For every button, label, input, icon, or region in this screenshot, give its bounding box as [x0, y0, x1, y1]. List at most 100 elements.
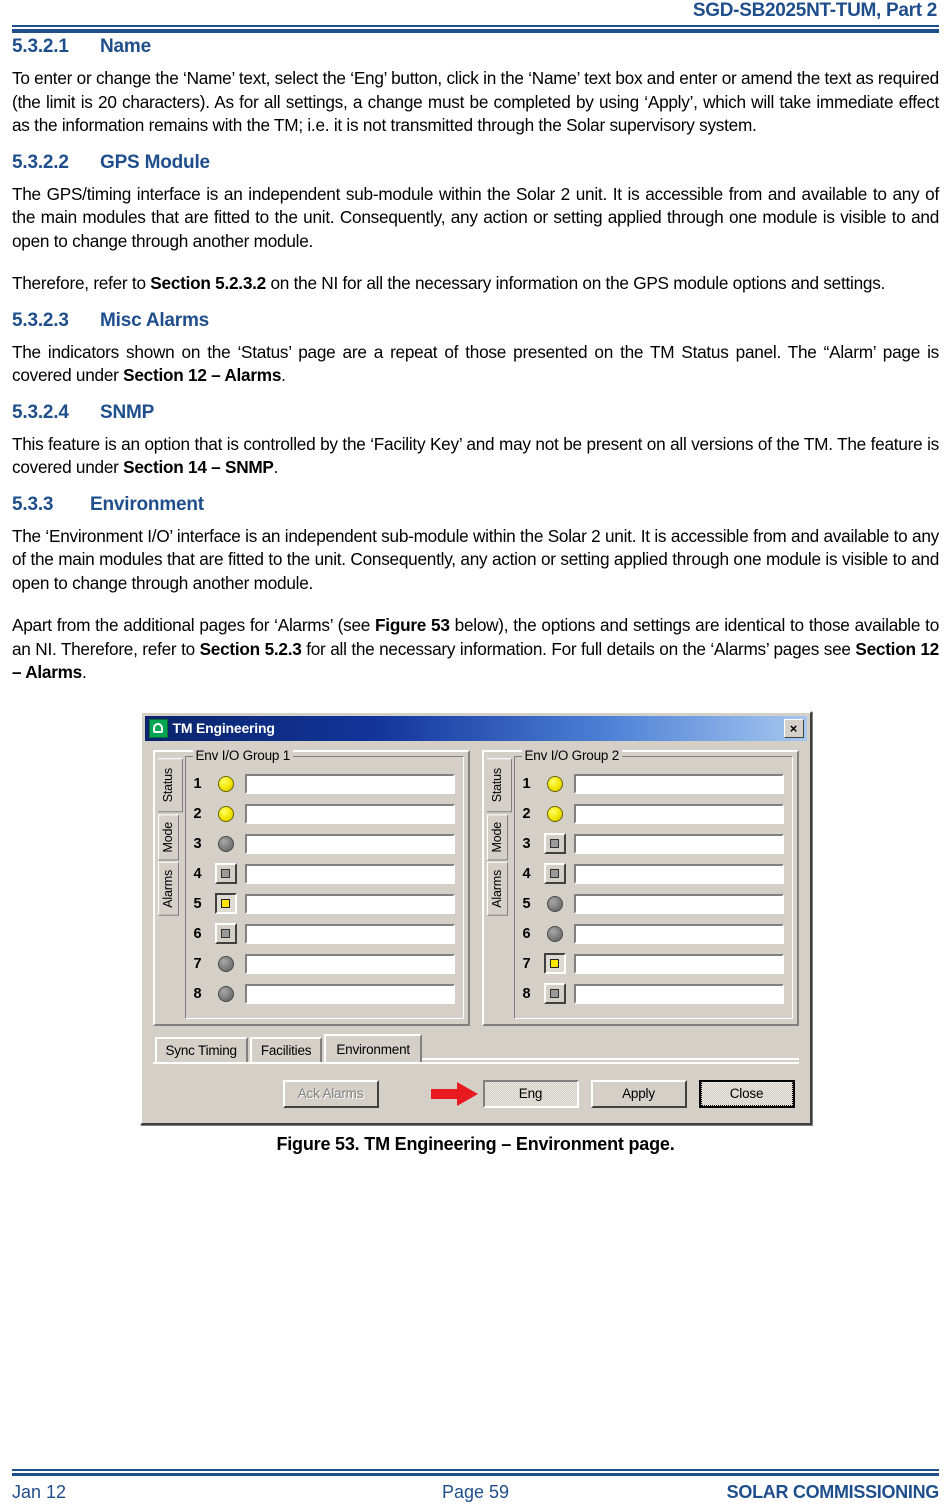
led-grey-icon	[546, 925, 563, 942]
io-label-input[interactable]	[244, 773, 455, 794]
close-button-label: Close	[700, 1081, 793, 1106]
io-row: 1	[523, 769, 784, 799]
io-label-input[interactable]	[573, 923, 784, 944]
io-toggle-button[interactable]	[214, 863, 237, 884]
paragraph-name-1: To enter or change the ‘Name’ text, sele…	[12, 68, 939, 135]
io-label-input[interactable]	[244, 833, 455, 854]
io-label-input[interactable]	[573, 833, 784, 854]
io-indicator-cell	[211, 775, 241, 792]
bold-reference: Section 5.2.3	[199, 638, 302, 659]
io-indicator-cell	[211, 955, 241, 972]
io-label-input[interactable]	[573, 803, 784, 824]
section-heading-misc-alarms: 5.3.2.3 Misc Alarms	[12, 310, 939, 332]
io-toggle-button[interactable]	[214, 923, 237, 944]
io-indicator-cell	[540, 833, 570, 854]
io-toggle-button-active[interactable]	[214, 893, 237, 914]
io-indicator-cell	[540, 953, 570, 974]
io-row: 3	[194, 829, 455, 859]
section-number: 5.3.3	[12, 493, 54, 515]
bold-reference: Section 5.2.3.2	[150, 273, 266, 293]
paragraph-environment-1: The ‘Environment I/O’ interface is an in…	[12, 525, 939, 593]
io-label-input[interactable]	[573, 893, 784, 914]
figure-53: TM Engineering × Status Mode Alarms Env …	[12, 710, 939, 1125]
vtab-status-1[interactable]: Status	[157, 757, 183, 812]
footer-date: Jan 12	[12, 1482, 67, 1502]
dialog-titlebar[interactable]: TM Engineering ×	[144, 715, 807, 741]
text-run: for all the necessary information. For f…	[301, 638, 856, 659]
text-run: on the NI for all the necessary informat…	[265, 273, 886, 293]
ack-alarms-button[interactable]: Ack Alarms	[282, 1079, 379, 1108]
led-grey-icon	[217, 955, 234, 972]
tab-environment[interactable]: Environment	[324, 1033, 422, 1062]
header-rule-thick	[12, 29, 939, 33]
io-toggle-button[interactable]	[543, 833, 566, 854]
io-row-number: 5	[193, 895, 202, 912]
io-row-number: 1	[522, 775, 531, 792]
io-row-number: 4	[522, 865, 531, 882]
eng-button[interactable]: Eng	[482, 1079, 579, 1108]
red-arrow-icon	[430, 1081, 479, 1107]
dialog-body: Status Mode Alarms Env I/O Group 1 1 2 3 4 5…	[145, 741, 807, 1120]
close-icon[interactable]: ×	[783, 718, 804, 738]
tab-strip-filler	[421, 1057, 799, 1062]
vertical-tabs-group-1: Status Mode Alarms	[157, 756, 184, 1019]
section-number: 5.3.2.4	[12, 401, 69, 423]
io-label-input[interactable]	[244, 893, 455, 914]
io-toggle-indicator-icon	[550, 989, 559, 998]
section-number: 5.3.2.2	[12, 151, 69, 173]
io-toggle-indicator-icon	[550, 869, 559, 878]
dialog-title: TM Engineering	[172, 720, 275, 736]
tm-engineering-dialog: TM Engineering × Status Mode Alarms Env …	[139, 710, 812, 1125]
io-label-input[interactable]	[573, 983, 784, 1004]
io-row: 5	[523, 889, 784, 919]
section-heading-environment: 5.3.3 Environment	[12, 494, 939, 516]
io-toggle-button-active[interactable]	[543, 953, 566, 974]
io-toggle-indicator-icon	[221, 899, 230, 908]
apply-button[interactable]: Apply	[590, 1079, 687, 1108]
io-row: 4	[194, 859, 455, 889]
bold-reference: Figure 53	[375, 615, 450, 635]
io-row-number: 6	[522, 925, 531, 942]
vtab-mode-2[interactable]: Mode	[486, 813, 508, 861]
vtab-mode-1[interactable]: Mode	[157, 813, 179, 861]
io-row: 6	[194, 919, 455, 949]
io-toggle-indicator-icon	[221, 869, 230, 878]
tab-facilities[interactable]: Facilities	[249, 1036, 323, 1062]
io-label-input[interactable]	[244, 983, 455, 1004]
io-row-number: 1	[193, 775, 202, 792]
section-title: GPS Module	[100, 151, 210, 173]
io-indicator-cell	[211, 985, 241, 1002]
io-toggle-indicator-icon	[550, 959, 559, 968]
panel-group-2: Status Mode Alarms Env I/O Group 2 1 2 3 4 5…	[481, 747, 799, 1026]
text-run: .	[273, 457, 279, 477]
tm-app-icon	[148, 718, 168, 738]
vtab-status-2[interactable]: Status	[486, 757, 512, 812]
io-label-input[interactable]	[244, 863, 455, 884]
header-rule-thin	[12, 25, 939, 27]
io-row-number: 3	[193, 835, 202, 852]
led-yellow-icon	[217, 805, 234, 822]
tab-sync-timing[interactable]: Sync Timing	[154, 1036, 248, 1062]
io-label-input[interactable]	[244, 803, 455, 824]
io-label-input[interactable]	[244, 953, 455, 974]
io-label-input[interactable]	[573, 863, 784, 884]
io-toggle-indicator-icon	[550, 839, 559, 848]
io-label-input[interactable]	[573, 953, 784, 974]
document-page: SGD-SB2025NT-TUM, Part 2 5.3.2.1 Name To…	[0, 0, 949, 1511]
text-run: .	[81, 662, 87, 682]
vtab-alarms-2[interactable]: Alarms	[486, 862, 508, 916]
section-name: 5.3.2.1 Name To enter or change the ‘Nam…	[12, 36, 939, 138]
io-toggle-button[interactable]	[543, 863, 566, 884]
section-title: Environment	[90, 493, 204, 515]
io-label-input[interactable]	[573, 773, 784, 794]
io-indicator-cell	[540, 925, 570, 942]
panel-group-1: Status Mode Alarms Env I/O Group 1 1 2 3 4 5…	[152, 747, 470, 1026]
close-button[interactable]: Close	[698, 1079, 795, 1108]
vtab-alarms-1[interactable]: Alarms	[157, 862, 179, 916]
io-row: 1	[194, 769, 455, 799]
io-label-input[interactable]	[244, 923, 455, 944]
io-row: 8	[523, 979, 784, 1009]
text-run: Therefore, refer to	[12, 273, 151, 293]
led-yellow-icon	[546, 805, 563, 822]
io-toggle-button[interactable]	[543, 983, 566, 1004]
